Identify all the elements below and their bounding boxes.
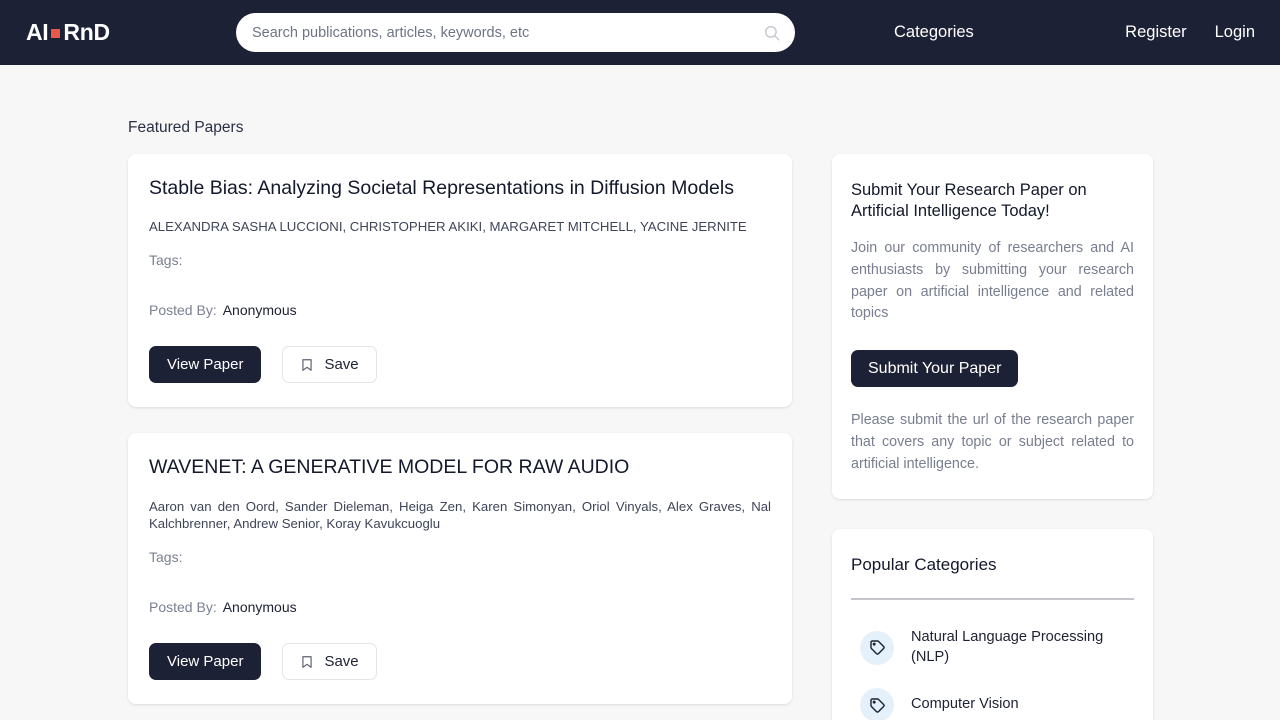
category-label: Computer Vision [911,696,1019,713]
section-title-featured-papers: Featured Papers [128,119,244,136]
posted-by-value: Anonymous [222,302,297,319]
logo-text-suffix: RnD [63,19,110,45]
logo-dot-icon [51,29,61,38]
search-bar[interactable] [236,13,795,52]
nav-item-categories[interactable]: Categories [894,23,974,42]
save-paper-button[interactable]: Save [282,643,377,681]
view-paper-button[interactable]: View Paper [149,643,262,681]
tag-icon [869,697,885,713]
paper-tags: Tags: [149,549,183,566]
content-columns: Stable Bias: Analyzing Societal Represen… [128,154,1153,720]
save-paper-button[interactable]: Save [282,346,377,384]
top-navbar: AI RnD Categories Register Login [0,0,1280,65]
paper-title: WAVENET: A GENERATIVE MODEL FOR RAW AUDI… [149,456,630,479]
tag-icon [869,640,885,655]
logo-text-prefix: AI [26,19,49,45]
posted-by-label: Posted By: [149,302,217,319]
posted-by-label: Posted By: [149,599,217,616]
paper-actions: View Paper Save [149,643,771,681]
paper-tags: Tags: [149,252,183,269]
tag-icon-bubble [860,630,894,665]
search-icon[interactable] [763,24,781,42]
popular-categories-heading: Popular Categories [851,555,997,575]
nav-item-register[interactable]: Register [1125,23,1186,42]
page-content: Featured Papers Stable Bias: Analyzing S… [0,119,1280,720]
tag-icon-bubble [860,688,894,720]
popular-categories-card: Popular Categories Natural Language Proc… [832,529,1153,720]
category-item-computer-vision[interactable]: Computer Vision [851,688,1134,720]
submit-your-paper-button[interactable]: Submit Your Paper [851,350,1019,388]
category-label: Natural Language Processing (NLP) [911,629,1104,665]
paper-actions: View Paper Save [149,346,771,384]
nav-auth-group: Register Login [1125,23,1255,42]
site-logo[interactable]: AI RnD [26,19,110,46]
search-input[interactable] [252,24,763,41]
papers-list: Stable Bias: Analyzing Societal Represen… [128,154,792,720]
paper-posted-by: Posted By: Anonymous [149,599,771,615]
divider [851,598,1134,601]
paper-card[interactable]: Stable Bias: Analyzing Societal Represen… [128,154,792,408]
bookmark-icon [302,358,313,371]
view-paper-button[interactable]: View Paper [149,346,262,384]
paper-card[interactable]: WAVENET: A GENERATIVE MODEL FOR RAW AUDI… [128,433,792,705]
paper-authors: ALEXANDRA SASHA LUCCIONI, CHRISTOPHER AK… [149,219,747,235]
posted-by-value: Anonymous [222,599,297,616]
submit-card-description: Join our community of researchers and AI… [851,240,1134,322]
sidebar: Submit Your Research Paper on Artificial… [832,154,1153,720]
paper-posted-by: Posted By: Anonymous [149,302,771,318]
nav-item-login[interactable]: Login [1215,23,1255,42]
category-item-nlp[interactable]: Natural Language Processing (NLP) [851,628,1134,667]
paper-authors: Aaron van den Oord, Sander Dieleman, Hei… [149,498,771,532]
submit-paper-card: Submit Your Research Paper on Artificial… [832,154,1153,500]
save-button-label: Save [324,653,359,671]
submit-card-note: Please submit the url of the research pa… [851,412,1134,472]
paper-title: Stable Bias: Analyzing Societal Represen… [149,177,734,199]
save-button-label: Save [324,356,359,374]
bookmark-icon [302,655,313,668]
submit-card-heading: Submit Your Research Paper on Artificial… [851,181,1087,221]
